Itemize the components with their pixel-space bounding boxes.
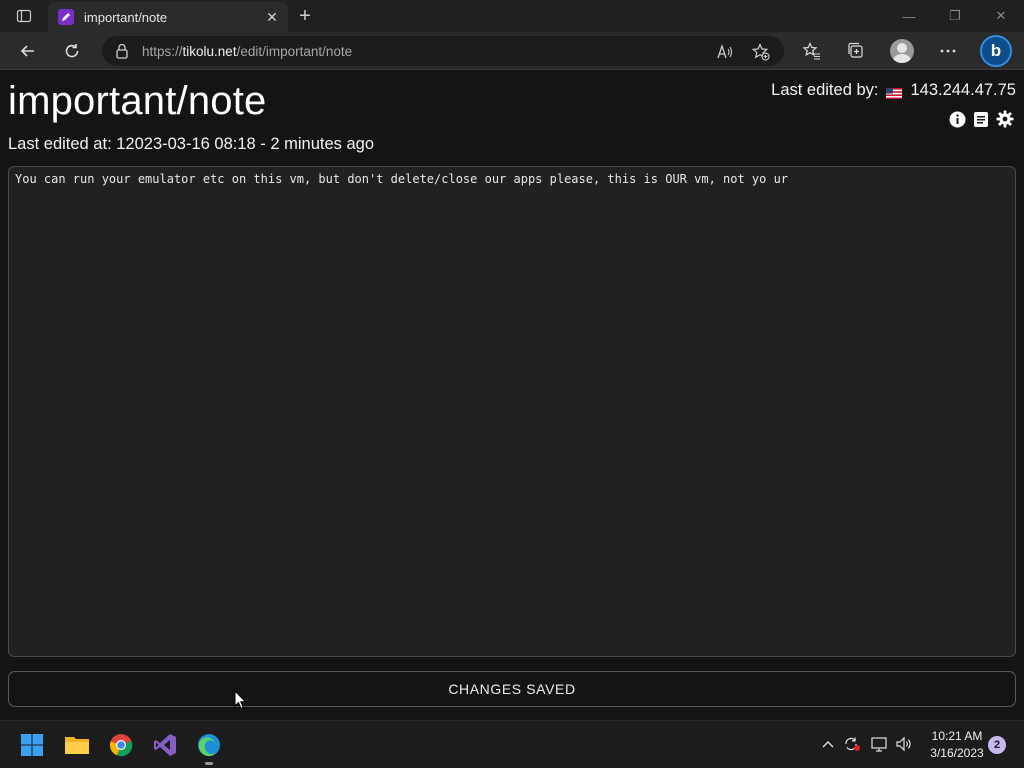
network-icon[interactable] <box>869 733 891 755</box>
profile-avatar[interactable] <box>890 39 914 63</box>
last-edited-by-label: Last edited by: <box>771 81 879 99</box>
taskbar-clock[interactable]: 10:21 AM 3/16/2023 <box>918 728 996 762</box>
add-favorite-icon[interactable] <box>750 41 772 63</box>
notification-badge[interactable]: 2 <box>988 736 1006 754</box>
volume-icon[interactable] <box>893 733 915 755</box>
browser-tab[interactable]: important/note ✕ <box>48 2 288 32</box>
page-actions <box>948 110 1014 128</box>
mouse-cursor-icon <box>234 689 248 710</box>
browser-toolbar: https://tikolu.net/edit/important/note b <box>0 32 1024 70</box>
last-edited-at: Last edited at: 12023-03-16 08:18 - 2 mi… <box>8 135 375 153</box>
taskbar: 10:21 AM 3/16/2023 2 <box>0 720 1024 768</box>
tab-actions-icon[interactable] <box>10 6 38 26</box>
changes-saved-button[interactable]: CHANGES SAVED <box>8 671 1016 707</box>
tab-close-icon[interactable]: ✕ <box>260 5 284 29</box>
note-editor[interactable]: You can run your emulator etc on this vm… <box>8 166 1016 657</box>
file-explorer-icon[interactable] <box>61 729 93 761</box>
chevron-up-icon[interactable] <box>817 733 839 755</box>
windows-start-icon[interactable] <box>16 729 48 761</box>
address-bar[interactable]: https://tikolu.net/edit/important/note <box>102 36 784 66</box>
settings-icon[interactable] <box>996 110 1014 128</box>
visual-studio-icon[interactable] <box>149 729 181 761</box>
close-window-button[interactable]: ✕ <box>978 0 1024 32</box>
last-edited-by: Last edited by: 143.244.47.75 <box>771 81 1016 100</box>
read-aloud-icon[interactable] <box>714 41 736 63</box>
pencil-icon <box>58 9 74 25</box>
tab-title: important/note <box>84 9 168 25</box>
lock-icon[interactable] <box>102 43 142 59</box>
collections-icon[interactable] <box>842 37 870 65</box>
new-tab-button[interactable]: + <box>292 4 318 28</box>
back-button[interactable] <box>14 37 42 65</box>
clock-date: 3/16/2023 <box>930 746 984 760</box>
bing-icon[interactable]: b <box>980 35 1012 67</box>
minimize-button[interactable]: — <box>886 0 932 32</box>
info-icon[interactable] <box>948 110 966 128</box>
url-text[interactable]: https://tikolu.net/edit/important/note <box>142 44 352 59</box>
more-options-icon[interactable] <box>934 37 962 65</box>
editor-ip: 143.244.47.75 <box>910 81 1016 99</box>
page-content: important/note Last edited at: 12023-03-… <box>0 71 1024 720</box>
chrome-icon[interactable] <box>105 729 137 761</box>
favorites-icon[interactable] <box>798 37 826 65</box>
us-flag-icon <box>886 85 903 99</box>
refresh-button[interactable] <box>58 37 86 65</box>
edge-running-indicator <box>205 762 213 765</box>
restore-button[interactable]: ❐ <box>932 0 978 32</box>
page-title: important/note <box>8 79 267 123</box>
sync-icon[interactable] <box>841 733 863 755</box>
browser-titlebar: important/note ✕ + — ❐ ✕ <box>0 0 1024 32</box>
document-icon[interactable] <box>972 110 990 128</box>
edge-icon[interactable] <box>193 729 225 761</box>
clock-time: 10:21 AM <box>931 729 983 743</box>
